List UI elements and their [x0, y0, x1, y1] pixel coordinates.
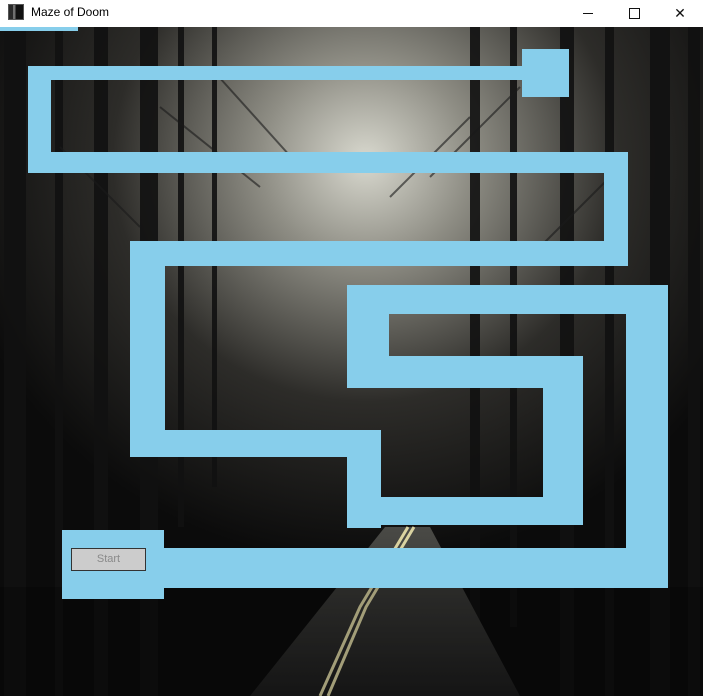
- maze-wall: [130, 430, 381, 457]
- maze-wall: [130, 241, 628, 266]
- maximize-button[interactable]: [611, 0, 657, 27]
- title-bar[interactable]: Maze of Doom ✕: [0, 0, 703, 27]
- game-window: Maze of Doom ✕ Start: [0, 0, 703, 696]
- close-icon: ✕: [674, 5, 686, 21]
- focus-indicator: [0, 27, 78, 31]
- maze-wall: [28, 152, 628, 173]
- maze-wall: [626, 285, 668, 588]
- window-title: Maze of Doom: [31, 5, 110, 19]
- maze-wall: [28, 66, 522, 80]
- minimize-button[interactable]: [565, 0, 611, 27]
- maze-wall: [347, 285, 668, 314]
- maze-finish-block: [522, 49, 569, 97]
- maximize-icon: [628, 8, 640, 19]
- minimize-icon: [583, 13, 593, 14]
- close-button[interactable]: ✕: [657, 0, 703, 27]
- maze-wall: [130, 241, 165, 457]
- app-forest-icon: [8, 4, 24, 20]
- game-area: Start: [0, 27, 703, 696]
- start-button[interactable]: Start: [71, 548, 146, 571]
